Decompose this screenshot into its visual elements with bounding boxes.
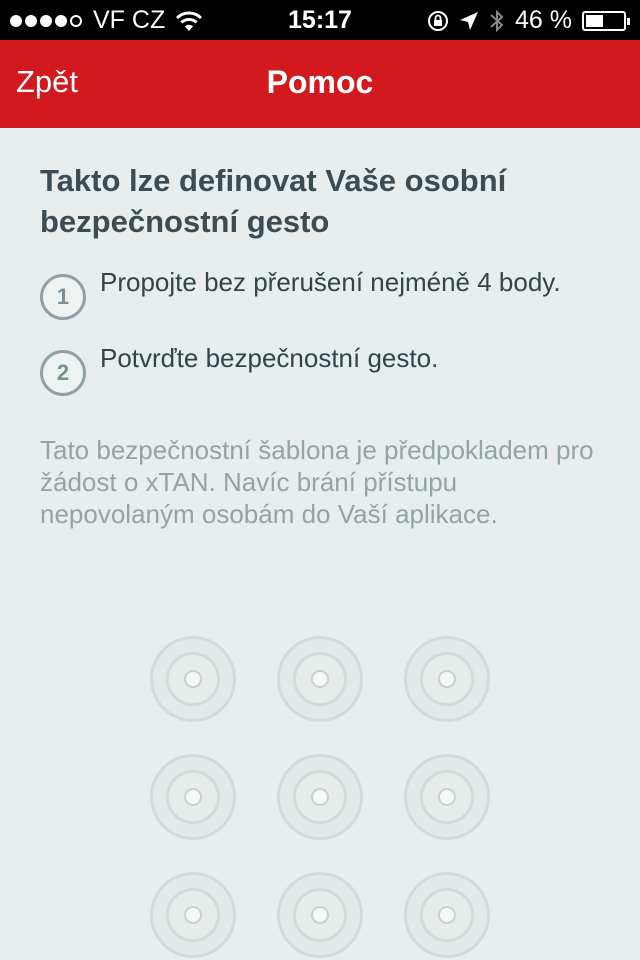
pattern-node-ring — [166, 888, 220, 942]
step-number-badge: 1 — [40, 274, 86, 320]
pattern-node[interactable] — [150, 754, 236, 840]
step-item: 2 Potvrďte bezpečnostní gesto. — [40, 340, 600, 396]
pattern-node[interactable] — [277, 754, 363, 840]
pattern-node[interactable] — [277, 636, 363, 722]
battery-icon — [582, 10, 630, 31]
pattern-node-ring — [420, 888, 474, 942]
pattern-node-center — [184, 788, 202, 806]
pattern-node-ring — [166, 652, 220, 706]
step-number-badge: 2 — [40, 350, 86, 396]
pattern-node[interactable] — [150, 636, 236, 722]
orientation-lock-icon — [428, 10, 449, 31]
status-right: 46 % — [417, 6, 630, 35]
battery-tip — [627, 17, 630, 25]
steps-list: 1 Propojte bez přerušení nejméně 4 body.… — [40, 264, 600, 396]
pattern-node[interactable] — [404, 754, 490, 840]
help-heading: Takto lze definovat Vaše osobní bezpečno… — [40, 163, 507, 239]
help-description: Tato bezpečnostní šablona je předpoklade… — [40, 435, 594, 529]
pattern-node-center — [311, 670, 329, 688]
page-title: Pomoc — [266, 64, 374, 100]
bluetooth-icon — [490, 9, 504, 32]
pattern-node-ring — [420, 652, 474, 706]
step-item: 1 Propojte bez přerušení nejméně 4 body. — [40, 264, 600, 320]
status-bar: VF CZ 15:17 46 % — [0, 0, 640, 40]
pattern-lock-grid[interactable] — [104, 628, 536, 960]
pattern-node-center — [311, 906, 329, 924]
step-text: Propojte bez přerušení nejméně 4 body. — [100, 267, 561, 297]
nav-bar: Zpět Pomoc — [0, 40, 640, 128]
pattern-node-center — [311, 788, 329, 806]
pattern-node-center — [438, 788, 456, 806]
pattern-node[interactable] — [150, 872, 236, 958]
pattern-node-ring — [166, 770, 220, 824]
battery-percent: 46 % — [515, 6, 572, 34]
pattern-node-ring — [293, 770, 347, 824]
step-text: Potvrďte bezpečnostní gesto. — [100, 343, 439, 373]
pattern-node-center — [438, 670, 456, 688]
pattern-node[interactable] — [404, 636, 490, 722]
help-content: Takto lze definovat Vaše osobní bezpečno… — [40, 160, 600, 530]
pattern-node-center — [438, 906, 456, 924]
pattern-node[interactable] — [404, 872, 490, 958]
pattern-node[interactable] — [277, 872, 363, 958]
location-arrow-icon — [460, 11, 479, 30]
pattern-node-ring — [293, 888, 347, 942]
pattern-node-ring — [293, 652, 347, 706]
pattern-node-ring — [420, 770, 474, 824]
battery-fill — [586, 14, 603, 27]
pattern-node-center — [184, 670, 202, 688]
pattern-node-center — [184, 906, 202, 924]
